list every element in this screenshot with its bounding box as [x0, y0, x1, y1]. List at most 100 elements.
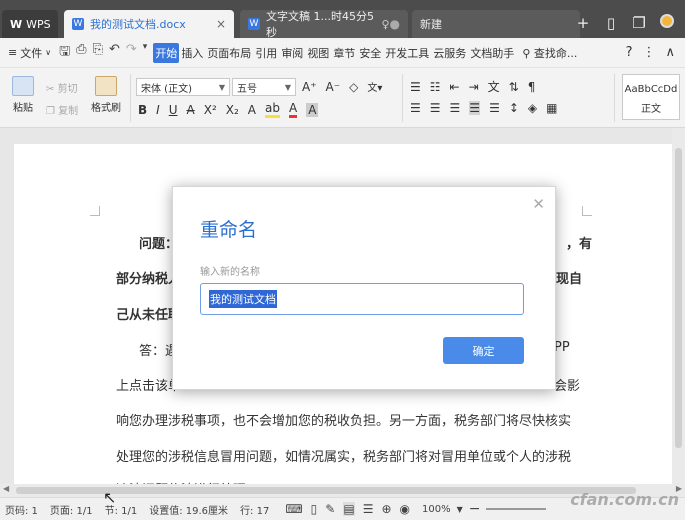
undo-icon[interactable]: ↶: [109, 42, 120, 64]
tab-insert[interactable]: 插入: [179, 43, 205, 63]
superscript-icon[interactable]: X²: [204, 103, 217, 117]
text-effect-icon[interactable]: A: [248, 103, 256, 117]
tab-view[interactable]: 视图: [305, 43, 331, 63]
align-right-icon[interactable]: ☰: [450, 101, 461, 115]
reading-view-icon[interactable]: ▯: [311, 502, 318, 516]
save-icon[interactable]: 🖫: [59, 42, 70, 64]
show-marks-icon[interactable]: ¶: [528, 80, 536, 94]
tab-references[interactable]: 引用: [253, 43, 279, 63]
chevron-down-icon: ∨: [45, 48, 52, 57]
format-painter-button[interactable]: 格式刷: [90, 76, 122, 114]
font-size-select[interactable]: 五号 ▼: [232, 78, 296, 96]
help-icon[interactable]: ?: [626, 45, 633, 60]
pin-icon[interactable]: ♀: [381, 18, 389, 31]
numbered-list-icon[interactable]: ☷: [430, 80, 441, 94]
zoom-out-icon[interactable]: −: [469, 501, 481, 517]
margin-mark: [90, 206, 100, 216]
add-tab-icon[interactable]: +: [571, 14, 595, 32]
shrink-font-icon[interactable]: A⁻: [326, 80, 341, 94]
outline-view-icon[interactable]: ☰: [363, 502, 374, 516]
divider: [402, 74, 403, 122]
margin-mark: [582, 206, 592, 216]
sort-icon[interactable]: ⇅: [509, 80, 519, 94]
dialog-title: 重命名: [200, 219, 258, 241]
line-spacing-icon[interactable]: ↕: [509, 101, 519, 115]
status-page-code[interactable]: 页码: 1: [5, 502, 38, 517]
page-view-icon[interactable]: ▤: [343, 502, 355, 516]
char-shading-icon[interactable]: A: [306, 102, 319, 117]
spellcheck-icon[interactable]: ⌨: [285, 502, 302, 516]
underline-icon[interactable]: U: [169, 103, 178, 117]
more-icon[interactable]: ⋮: [642, 45, 655, 60]
tab-wps-home[interactable]: W WPS: [2, 10, 58, 38]
unsaved-dot-icon[interactable]: ●: [390, 17, 400, 31]
highlight-icon[interactable]: ab: [265, 101, 280, 118]
strikethrough-icon[interactable]: A: [187, 103, 195, 117]
tab-page-layout[interactable]: 页面布局: [205, 43, 253, 63]
tab-document-active[interactable]: W 我的测试文档.docx ×: [64, 10, 234, 38]
quick-access-more-icon[interactable]: ▾: [143, 42, 148, 64]
status-row[interactable]: 行: 17: [240, 502, 269, 517]
file-menu-button[interactable]: ≡ 文件 ∨: [8, 45, 51, 61]
copy-button[interactable]: ❐ 复制: [46, 102, 78, 117]
print-preview-icon[interactable]: ⎙: [76, 42, 86, 64]
distributed-icon[interactable]: ☰: [489, 101, 500, 115]
tab-cloud[interactable]: 云服务: [431, 43, 468, 63]
chevron-down-icon[interactable]: ▼: [457, 505, 463, 514]
paste-button[interactable]: 粘贴: [8, 76, 38, 114]
justify-icon[interactable]: ☰: [469, 101, 481, 115]
tab-new[interactable]: 新建: [412, 10, 580, 38]
subscript-icon[interactable]: X₂: [226, 103, 239, 117]
tab-review[interactable]: 审阅: [279, 43, 305, 63]
window-switch-icon[interactable]: ▯: [599, 14, 623, 32]
shading-icon[interactable]: ◈: [528, 101, 537, 115]
style-normal[interactable]: AaBbCcDd 正文: [622, 74, 680, 120]
phonetic-guide-icon[interactable]: 文▾: [367, 79, 382, 94]
zoom-value[interactable]: 100%: [422, 504, 451, 515]
grow-font-icon[interactable]: A⁺: [302, 80, 317, 94]
scroll-left-icon[interactable]: ◀: [3, 484, 9, 493]
bold-icon[interactable]: B: [138, 103, 147, 117]
vertical-scrollbar[interactable]: [672, 128, 685, 484]
status-position[interactable]: 设置值: 19.6厘米: [149, 502, 228, 517]
cut-button[interactable]: ✂ 剪切: [46, 80, 78, 95]
file-menu-label: 文件: [20, 46, 43, 60]
close-icon[interactable]: ×: [216, 17, 226, 31]
doc-line-1-tail: ，有: [566, 237, 593, 252]
scrollbar-thumb[interactable]: [675, 148, 682, 448]
rename-input[interactable]: 我的测试文档: [200, 283, 524, 315]
font-name-select[interactable]: 宋体 (正文) ▼: [136, 78, 230, 96]
tab-home[interactable]: 开始: [153, 42, 180, 63]
close-icon[interactable]: ✕: [532, 195, 545, 213]
print-icon[interactable]: ⎘: [93, 42, 103, 64]
increase-indent-icon[interactable]: ⇥: [469, 80, 479, 94]
borders-icon[interactable]: ▦: [546, 101, 557, 115]
font-size-tools: A⁺ A⁻ ◇ 文▾: [302, 79, 382, 95]
ok-button[interactable]: 确定: [443, 337, 524, 364]
tab-assistant[interactable]: 文档助手: [468, 43, 516, 63]
tab-developer[interactable]: 开发工具: [383, 43, 431, 63]
tab-security[interactable]: 安全: [357, 43, 383, 63]
eye-protect-icon[interactable]: ◉: [400, 502, 410, 516]
status-pages[interactable]: 页面: 1/1: [50, 502, 93, 517]
web-view-icon[interactable]: ⊕: [381, 502, 391, 516]
paragraph-tools-row2: ☰ ☰ ☰ ☰ ☰ ↕ ◈ ▦: [410, 101, 557, 115]
font-color-icon[interactable]: A: [288, 101, 298, 118]
edit-icon[interactable]: ✎: [325, 502, 335, 516]
align-center-icon[interactable]: ☰: [430, 101, 441, 115]
collapse-ribbon-icon[interactable]: ∧: [665, 45, 675, 60]
skin-icon[interactable]: ❐: [627, 14, 651, 32]
italic-icon[interactable]: I: [156, 103, 160, 117]
bullet-list-icon[interactable]: ☰: [410, 80, 421, 94]
tab-document-2[interactable]: W 文字文稿 1...时45分5秒 ♀ ●: [240, 10, 408, 39]
align-left-icon[interactable]: ☰: [410, 101, 421, 115]
clear-format-icon[interactable]: ◇: [349, 80, 358, 94]
command-search[interactable]: ⚲ 查找命...: [522, 45, 577, 61]
zoom-slider[interactable]: [486, 508, 547, 510]
chinese-layout-icon[interactable]: 文: [488, 78, 500, 95]
tab-chapter[interactable]: 章节: [331, 43, 357, 63]
avatar[interactable]: [655, 14, 679, 32]
decrease-indent-icon[interactable]: ⇤: [450, 80, 460, 94]
tab-label: 文字文稿 1...时45分5秒: [266, 10, 374, 39]
redo-icon[interactable]: ↷: [126, 42, 137, 64]
